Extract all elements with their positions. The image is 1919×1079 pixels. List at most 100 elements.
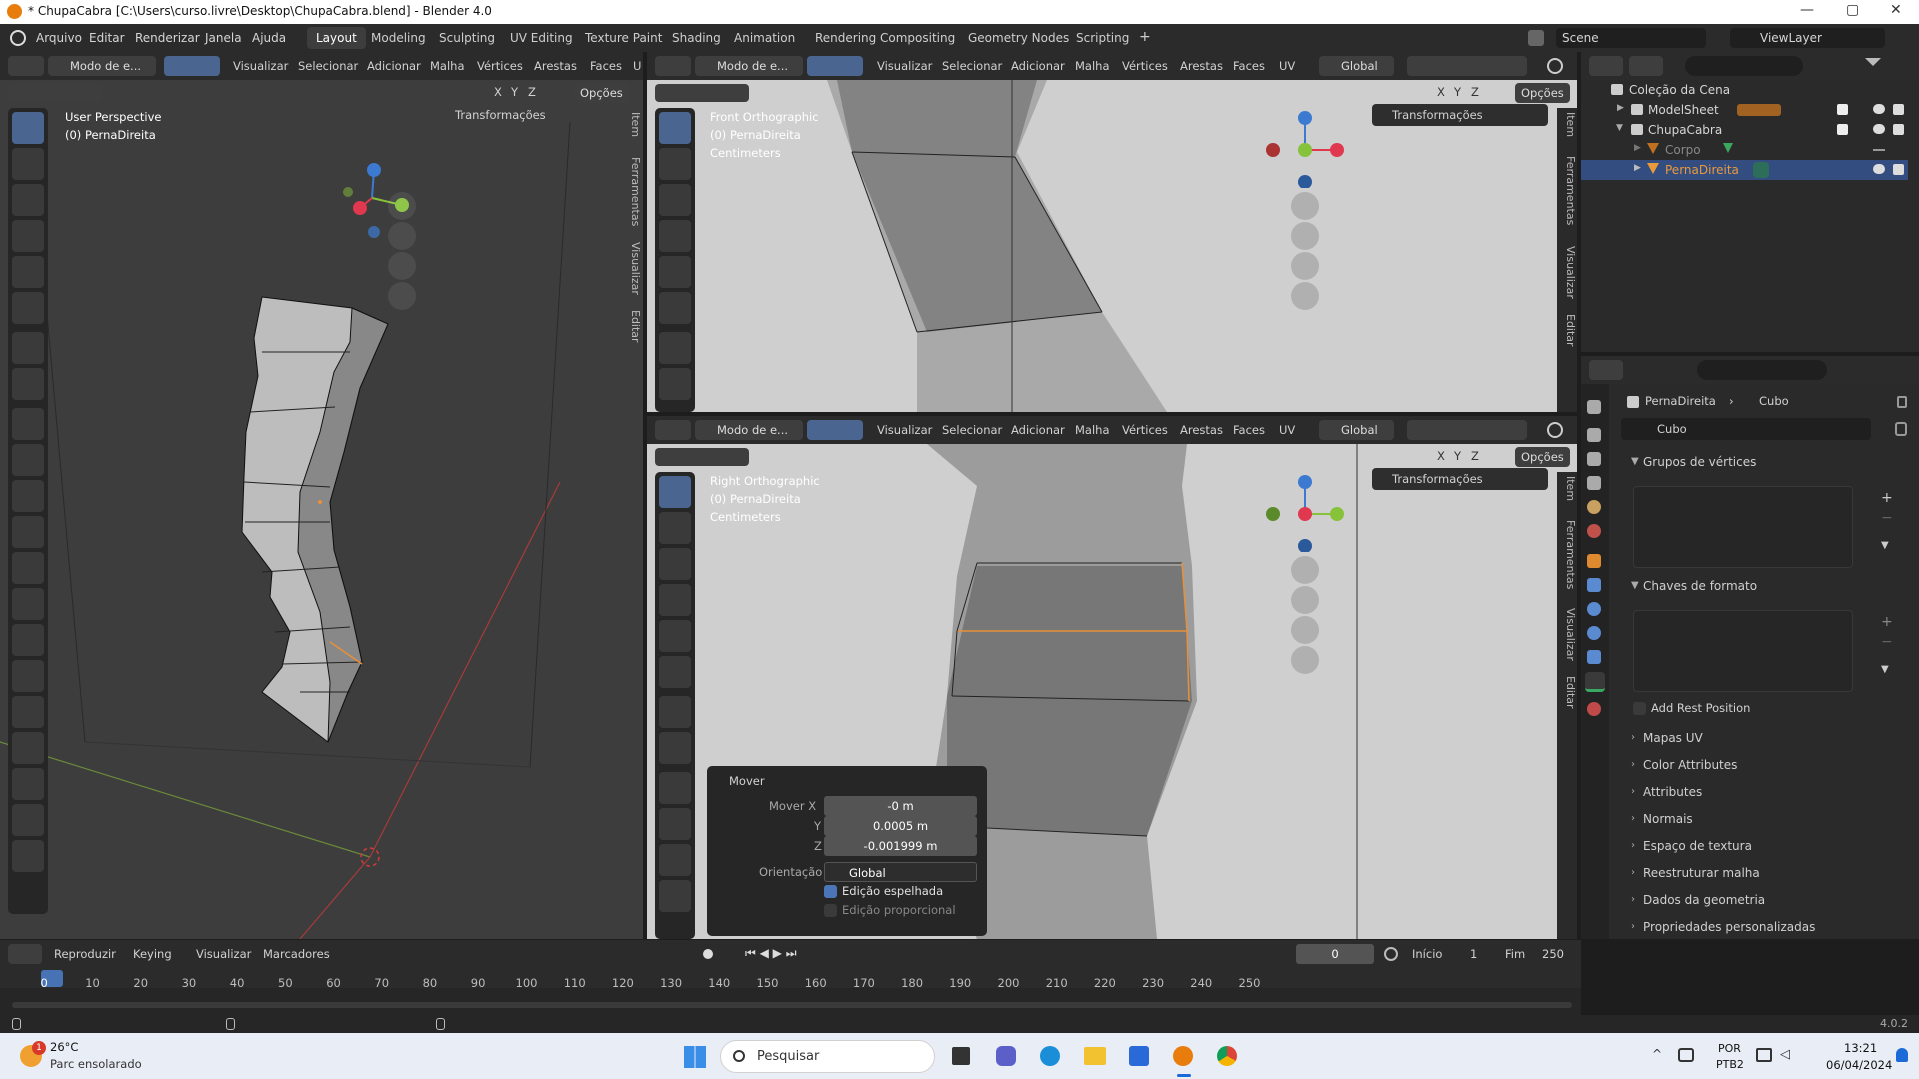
shape-key-specials-menu[interactable]: ▼	[1881, 664, 1895, 678]
section-attributes[interactable]: › Attributes	[1621, 782, 1911, 804]
shrink-fatten-tool[interactable]	[12, 768, 44, 800]
sidebar-tab-ferramentas[interactable]: Ferramentas	[622, 157, 642, 226]
timeline-scrollbar[interactable]	[12, 1002, 1572, 1008]
right-menu-selecionar[interactable]: Selecionar	[942, 423, 1002, 437]
outliner-display-mode-button[interactable]	[1629, 56, 1663, 76]
right-menu-faces[interactable]: Faces	[1233, 423, 1265, 437]
right-select-box-tool[interactable]	[659, 476, 691, 508]
poly-build-tool[interactable]	[12, 624, 44, 656]
cursor-tool[interactable]	[12, 148, 44, 180]
outliner-filter-icon[interactable]	[1865, 58, 1881, 74]
notification-bell-icon[interactable]	[1896, 1048, 1908, 1062]
right-menu-malha[interactable]: Malha	[1075, 423, 1110, 437]
stopwatch-icon[interactable]	[1384, 947, 1398, 961]
front-menu-faces[interactable]: Faces	[1233, 59, 1265, 73]
move-tool[interactable]	[12, 184, 44, 216]
front-menu-vertices[interactable]: Vértices	[1122, 59, 1168, 73]
outliner-item-corpo[interactable]: ▶ Corpo	[1581, 140, 1908, 160]
right-orientation-selector[interactable]: Global	[1319, 420, 1394, 440]
proportional-edit-checkbox[interactable]	[824, 904, 837, 917]
tab-layout[interactable]: Layout	[307, 27, 366, 49]
camera-view-icon[interactable]	[388, 252, 416, 280]
remove-shape-key-button[interactable]: −	[1881, 634, 1897, 650]
tab-texture-paint[interactable]: Texture Paint	[576, 27, 671, 49]
end-frame-value[interactable]: 250	[1542, 947, 1564, 961]
front-select-mode-icons[interactable]	[807, 56, 863, 76]
right-transform-panel[interactable]: Transformações	[1372, 468, 1548, 490]
add-vertex-group-button[interactable]: +	[1881, 490, 1897, 506]
eye-icon[interactable]	[1873, 164, 1885, 174]
object-properties-icon[interactable]	[1587, 554, 1601, 568]
loop-cut-tool[interactable]	[12, 552, 44, 584]
rip-tool[interactable]	[12, 840, 44, 872]
properties-editor-type-button[interactable]	[1589, 360, 1623, 380]
collapse-arrow-icon[interactable]: ▼	[1616, 123, 1623, 133]
right-inset-tool[interactable]	[659, 844, 691, 876]
close-button[interactable]: ✕	[1890, 2, 1902, 18]
move-z-field[interactable]: -0.001999 m	[824, 836, 977, 856]
right-select-mode-icons[interactable]	[807, 420, 863, 440]
zoom-icon[interactable]	[388, 192, 416, 220]
rotate-tool[interactable]	[12, 220, 44, 252]
right-transform-tool[interactable]	[659, 656, 691, 688]
section-mapas-uv[interactable]: › Mapas UV	[1621, 728, 1911, 750]
front-tab-item[interactable]: Item	[1557, 112, 1577, 137]
move-y-field[interactable]: 0.0005 m	[824, 816, 977, 836]
display-icon[interactable]	[1756, 1048, 1772, 1062]
front-tab-visualizar[interactable]: Visualizar	[1557, 246, 1577, 299]
maximize-button[interactable]: ▢	[1846, 2, 1859, 18]
front-menu-malha[interactable]: Malha	[1075, 59, 1110, 73]
inset-tool[interactable]	[12, 480, 44, 512]
edge-slide-tool[interactable]	[12, 732, 44, 764]
right-add-cube-tool[interactable]	[659, 772, 691, 804]
network-icon[interactable]	[1678, 1048, 1694, 1062]
mesh-data-properties-icon[interactable]	[1585, 672, 1605, 692]
scale-tool[interactable]	[12, 256, 44, 288]
tab-uv-editing[interactable]: UV Editing	[501, 27, 582, 49]
particles-properties-icon[interactable]	[1587, 602, 1601, 616]
blender-taskbar-icon[interactable]	[1173, 1046, 1193, 1066]
outliner-editor-type-button[interactable]	[1589, 56, 1623, 76]
outliner-item-modelsheet[interactable]: ▶ ModelSheet	[1581, 100, 1908, 120]
add-workspace-button[interactable]: +	[1130, 25, 1160, 47]
viewport-front[interactable]: Modo de e... Visualizar Selecionar Adici…	[647, 52, 1577, 412]
shape-keys-panel-header[interactable]: ▼ Chaves de formato	[1621, 576, 1911, 598]
front-menu-arestas[interactable]: Arestas	[1180, 59, 1223, 73]
expand-arrow-icon[interactable]: ▶	[1634, 143, 1641, 153]
right-bevel-tool[interactable]	[659, 880, 691, 912]
transform-panel-toggle[interactable]: Transformações	[455, 108, 546, 122]
menu-keying[interactable]: Keying	[133, 947, 172, 961]
front-menu-visualizar[interactable]: Visualizar	[877, 59, 932, 73]
right-ortho-grid-icon[interactable]	[1291, 646, 1319, 674]
tool-properties-icon[interactable]	[1587, 400, 1601, 414]
front-snap-controls[interactable]	[1407, 56, 1527, 76]
tab-sculpting[interactable]: Sculpting	[430, 27, 504, 49]
camera-render-icon[interactable]	[1893, 124, 1904, 135]
knife-tool[interactable]	[12, 588, 44, 620]
scene-properties-icon[interactable]	[1587, 500, 1601, 514]
section-color-attributes[interactable]: › Color Attributes	[1621, 755, 1911, 777]
sidebar-tab-item[interactable]: Item	[622, 112, 642, 137]
section-propriedades-personalizadas[interactable]: › Propriedades personalizadas	[1621, 917, 1911, 939]
front-editor-type-button[interactable]	[655, 56, 691, 76]
world-properties-icon[interactable]	[1587, 524, 1601, 538]
right-axis-x-toggle[interactable]: X	[1437, 449, 1445, 463]
right-options-button[interactable]: Opções	[1515, 447, 1570, 467]
right-tab-editar[interactable]: Editar	[1557, 676, 1577, 709]
front-annotate-tool[interactable]	[659, 332, 691, 364]
outliner-scene-collection[interactable]: Coleção da Cena	[1581, 80, 1908, 100]
eye-closed-icon[interactable]	[1873, 149, 1885, 151]
right-axis-z-toggle[interactable]: Z	[1471, 449, 1479, 463]
measure-tool[interactable]	[12, 368, 44, 400]
front-axis-y-toggle[interactable]: Y	[1454, 85, 1461, 99]
outliner-search-field[interactable]	[1685, 56, 1803, 76]
render-properties-icon[interactable]	[1587, 428, 1601, 442]
front-mode-selector[interactable]: Modo de e...	[695, 56, 803, 76]
right-move-tool[interactable]	[659, 548, 691, 580]
transform-tool[interactable]	[12, 292, 44, 324]
weather-temperature[interactable]: 26°C	[50, 1040, 78, 1054]
front-select-box-tool[interactable]	[659, 112, 691, 144]
front-move-tool[interactable]	[659, 184, 691, 216]
extrude-tool[interactable]	[12, 444, 44, 476]
front-camera-icon[interactable]	[1291, 252, 1319, 280]
